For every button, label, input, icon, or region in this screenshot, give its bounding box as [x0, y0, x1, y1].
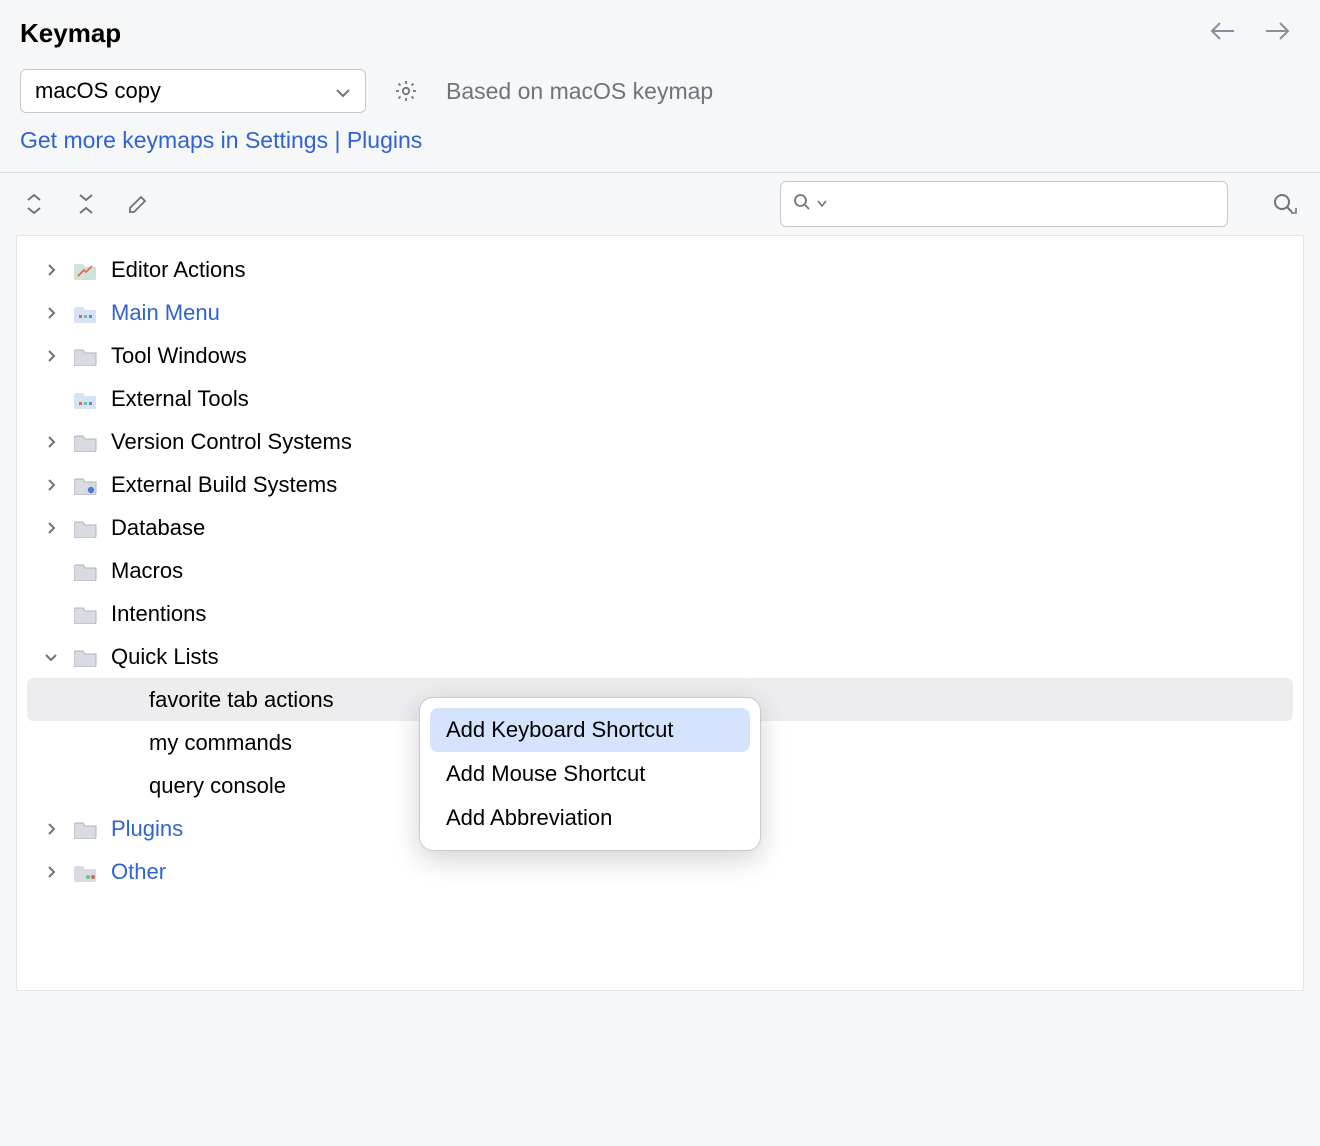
chevron-right-icon — [41, 479, 61, 491]
tree-label: Other — [111, 859, 166, 885]
action-tree: Editor Actions Main Menu Tool Windows Ex… — [16, 235, 1304, 991]
chevron-right-icon — [41, 436, 61, 448]
tree-row-quick-lists[interactable]: Quick Lists — [17, 635, 1303, 678]
chevron-right-icon — [41, 823, 61, 835]
search-input-container — [780, 181, 1228, 227]
keymap-selected-label: macOS copy — [35, 78, 161, 104]
tree-row-external-tools[interactable]: External Tools — [17, 377, 1303, 420]
tree-row-vcs[interactable]: Version Control Systems — [17, 420, 1303, 463]
menu-item-add-abbreviation[interactable]: Add Abbreviation — [430, 796, 750, 840]
menu-item-add-mouse-shortcut[interactable]: Add Mouse Shortcut — [430, 752, 750, 796]
tree-label: Database — [111, 515, 205, 541]
gear-icon[interactable] — [392, 77, 420, 105]
folder-icon — [73, 515, 99, 541]
tree-label: Tool Windows — [111, 343, 247, 369]
nav-forward-icon[interactable] — [1264, 21, 1290, 46]
chevron-right-icon — [41, 350, 61, 362]
folder-icon — [73, 816, 99, 842]
tree-label: External Build Systems — [111, 472, 337, 498]
tree-label: Intentions — [111, 601, 206, 627]
tree-label: Macros — [111, 558, 183, 584]
nav-back-icon[interactable] — [1210, 21, 1236, 46]
folder-icon — [73, 343, 99, 369]
tree-label: Plugins — [111, 816, 183, 842]
keymap-select[interactable]: macOS copy — [20, 69, 366, 113]
tree-label: my commands — [149, 730, 292, 756]
tree-row-intentions[interactable]: Intentions — [17, 592, 1303, 635]
tree-row-editor-actions[interactable]: Editor Actions — [17, 248, 1303, 291]
tree-label: Editor Actions — [111, 257, 246, 283]
tree-label: query console — [149, 773, 286, 799]
find-by-shortcut-icon[interactable] — [1268, 188, 1300, 220]
expand-all-icon[interactable] — [20, 190, 48, 218]
chevron-right-icon — [41, 307, 61, 319]
context-menu: Add Keyboard Shortcut Add Mouse Shortcut… — [419, 697, 761, 851]
folder-icon — [73, 644, 99, 670]
tree-row-macros[interactable]: Macros — [17, 549, 1303, 592]
chevron-down-icon — [41, 652, 61, 662]
folder-menu-icon — [73, 300, 99, 326]
folder-editor-icon — [73, 257, 99, 283]
tree-row-main-menu[interactable]: Main Menu — [17, 291, 1303, 334]
chevron-right-icon — [41, 866, 61, 878]
edit-icon[interactable] — [124, 190, 152, 218]
collapse-all-icon[interactable] — [72, 190, 100, 218]
chevron-right-icon — [41, 264, 61, 276]
search-input[interactable] — [833, 193, 1215, 216]
folder-icon — [73, 558, 99, 584]
folder-gear-icon — [73, 472, 99, 498]
folder-icon — [73, 429, 99, 455]
tree-row-other[interactable]: Other — [17, 850, 1303, 893]
chevron-right-icon — [41, 522, 61, 534]
chevron-down-icon — [335, 78, 351, 104]
tree-label: Version Control Systems — [111, 429, 352, 455]
tree-label: Quick Lists — [111, 644, 219, 670]
get-more-keymaps-link[interactable]: Get more keymaps in Settings | Plugins — [20, 127, 422, 153]
search-icon — [793, 193, 811, 216]
search-dropdown-icon[interactable] — [817, 195, 827, 213]
page-title: Keymap — [20, 18, 121, 49]
tree-label: External Tools — [111, 386, 249, 412]
folder-other-icon — [73, 859, 99, 885]
tree-row-tool-windows[interactable]: Tool Windows — [17, 334, 1303, 377]
based-on-label: Based on macOS keymap — [446, 78, 713, 105]
menu-item-add-keyboard-shortcut[interactable]: Add Keyboard Shortcut — [430, 708, 750, 752]
tree-label: Main Menu — [111, 300, 220, 326]
tree-row-database[interactable]: Database — [17, 506, 1303, 549]
tree-label: favorite tab actions — [149, 687, 334, 713]
folder-icon — [73, 601, 99, 627]
folder-ext-icon — [73, 386, 99, 412]
tree-row-external-build[interactable]: External Build Systems — [17, 463, 1303, 506]
